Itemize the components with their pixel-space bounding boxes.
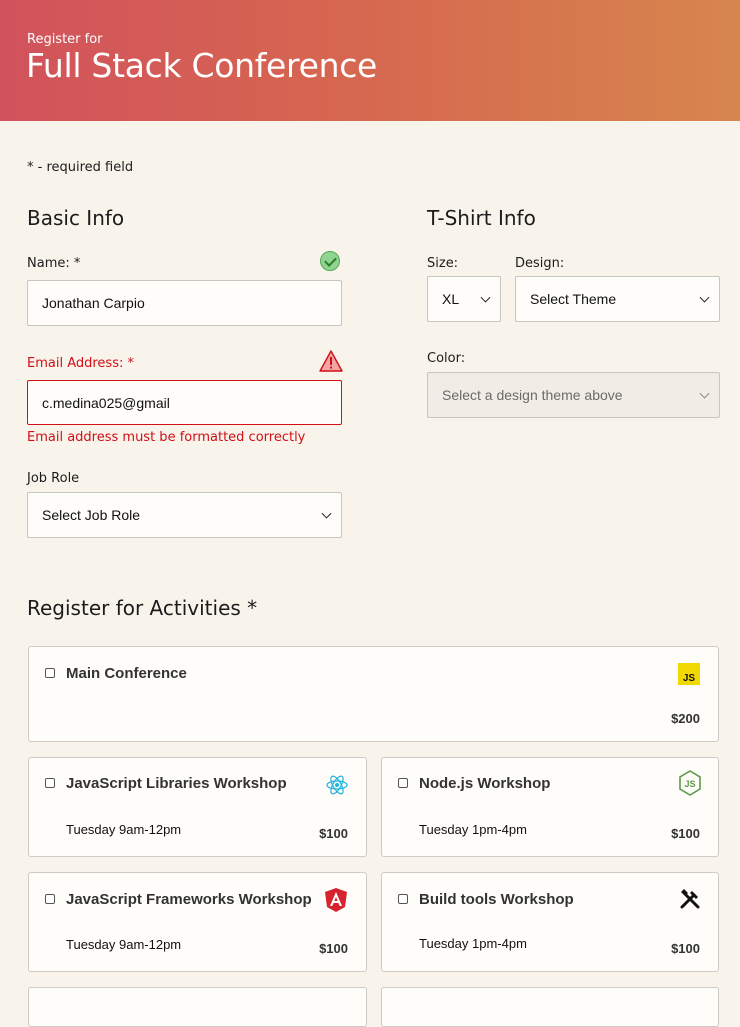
job-role-label: Job Role bbox=[27, 471, 80, 486]
tools-icon bbox=[680, 889, 700, 909]
required-star: * bbox=[73, 256, 81, 271]
activity-checkbox[interactable] bbox=[45, 778, 55, 788]
activity-cost: $100 bbox=[671, 826, 700, 841]
email-label-text: Email Address: bbox=[27, 356, 124, 371]
chevron-down-icon bbox=[321, 508, 332, 519]
activities-title-text: Register for Activities bbox=[27, 596, 241, 620]
activity-card-partial[interactable] bbox=[381, 987, 719, 1027]
angular-icon bbox=[325, 888, 347, 912]
activity-name: Main Conference bbox=[66, 665, 187, 682]
basic-info-title: Basic Info bbox=[27, 206, 125, 230]
activity-js-frameworks[interactable]: JavaScript Frameworks Workshop Tuesday 9… bbox=[28, 872, 367, 972]
color-label: Color: bbox=[427, 351, 466, 366]
activity-main-conference[interactable]: Main Conference JS $200 bbox=[28, 646, 719, 742]
tshirt-info-title: T-Shirt Info bbox=[427, 206, 536, 230]
name-label: Name: * bbox=[27, 256, 80, 271]
activity-time: Tuesday 9am-12pm bbox=[66, 822, 182, 837]
activity-js-libraries[interactable]: JavaScript Libraries Workshop Tuesday 9a… bbox=[28, 757, 367, 857]
activity-name: JavaScript Frameworks Workshop bbox=[66, 891, 312, 908]
page-header: Register for Full Stack Conference bbox=[0, 0, 740, 121]
activity-name: JavaScript Libraries Workshop bbox=[66, 775, 287, 792]
required-note: * - required field bbox=[27, 160, 133, 175]
warning-icon bbox=[319, 350, 343, 372]
email-label: Email Address: * bbox=[27, 356, 134, 371]
javascript-icon: JS bbox=[678, 663, 700, 685]
name-field[interactable]: Jonathan Carpio bbox=[27, 280, 342, 326]
color-value: Select a design theme above bbox=[442, 387, 623, 403]
activities-title: Register for Activities * bbox=[27, 596, 257, 620]
required-star: * bbox=[247, 596, 258, 620]
chevron-down-icon bbox=[699, 292, 710, 303]
size-label: Size: bbox=[427, 256, 459, 271]
activity-cost: $200 bbox=[671, 711, 700, 726]
chevron-down-icon bbox=[480, 292, 491, 303]
activity-build-tools[interactable]: Build tools Workshop Tuesday 1pm-4pm $10… bbox=[381, 872, 719, 972]
job-role-select[interactable]: Select Job Role bbox=[27, 492, 342, 538]
name-label-text: Name: bbox=[27, 256, 70, 271]
valid-check-icon bbox=[320, 251, 340, 271]
design-value: Select Theme bbox=[530, 291, 617, 307]
svg-text:JS: JS bbox=[683, 673, 696, 684]
activity-time: Tuesday 1pm-4pm bbox=[419, 822, 527, 837]
size-select[interactable]: XL bbox=[427, 276, 501, 322]
activity-name: Node.js Workshop bbox=[419, 775, 551, 792]
activity-nodejs[interactable]: Node.js Workshop JS Tuesday 1pm-4pm $100 bbox=[381, 757, 719, 857]
activity-checkbox[interactable] bbox=[398, 894, 408, 904]
activity-cost: $100 bbox=[319, 826, 348, 841]
name-field-value: Jonathan Carpio bbox=[42, 295, 145, 311]
activity-name: Build tools Workshop bbox=[419, 891, 574, 908]
nodejs-icon: JS bbox=[679, 770, 701, 796]
activity-cost: $100 bbox=[671, 941, 700, 956]
size-value: XL bbox=[442, 291, 460, 307]
chevron-down-icon bbox=[699, 388, 710, 399]
activity-cost: $100 bbox=[319, 941, 348, 956]
email-field[interactable]: c.medina025@gmail bbox=[27, 380, 342, 425]
activity-checkbox[interactable] bbox=[45, 668, 55, 678]
header-subtitle: Register for bbox=[27, 32, 103, 47]
activity-time: Tuesday 9am-12pm bbox=[66, 937, 182, 952]
activity-checkbox[interactable] bbox=[398, 778, 408, 788]
activity-time: Tuesday 1pm-4pm bbox=[419, 936, 527, 951]
required-star: * bbox=[127, 356, 135, 371]
design-label: Design: bbox=[515, 256, 565, 271]
email-field-value: c.medina025@gmail bbox=[42, 394, 170, 411]
react-icon bbox=[326, 775, 348, 795]
color-select[interactable]: Select a design theme above bbox=[427, 372, 720, 418]
design-select[interactable]: Select Theme bbox=[515, 276, 720, 322]
email-error-message: Email address must be formatted correctl… bbox=[27, 430, 306, 445]
activity-checkbox[interactable] bbox=[45, 894, 55, 904]
activity-card-partial[interactable] bbox=[28, 987, 367, 1027]
svg-text:JS: JS bbox=[684, 779, 695, 789]
page-title: Full Stack Conference bbox=[26, 46, 378, 85]
job-role-value: Select Job Role bbox=[42, 507, 141, 523]
required-note-text: - required field bbox=[33, 160, 134, 175]
